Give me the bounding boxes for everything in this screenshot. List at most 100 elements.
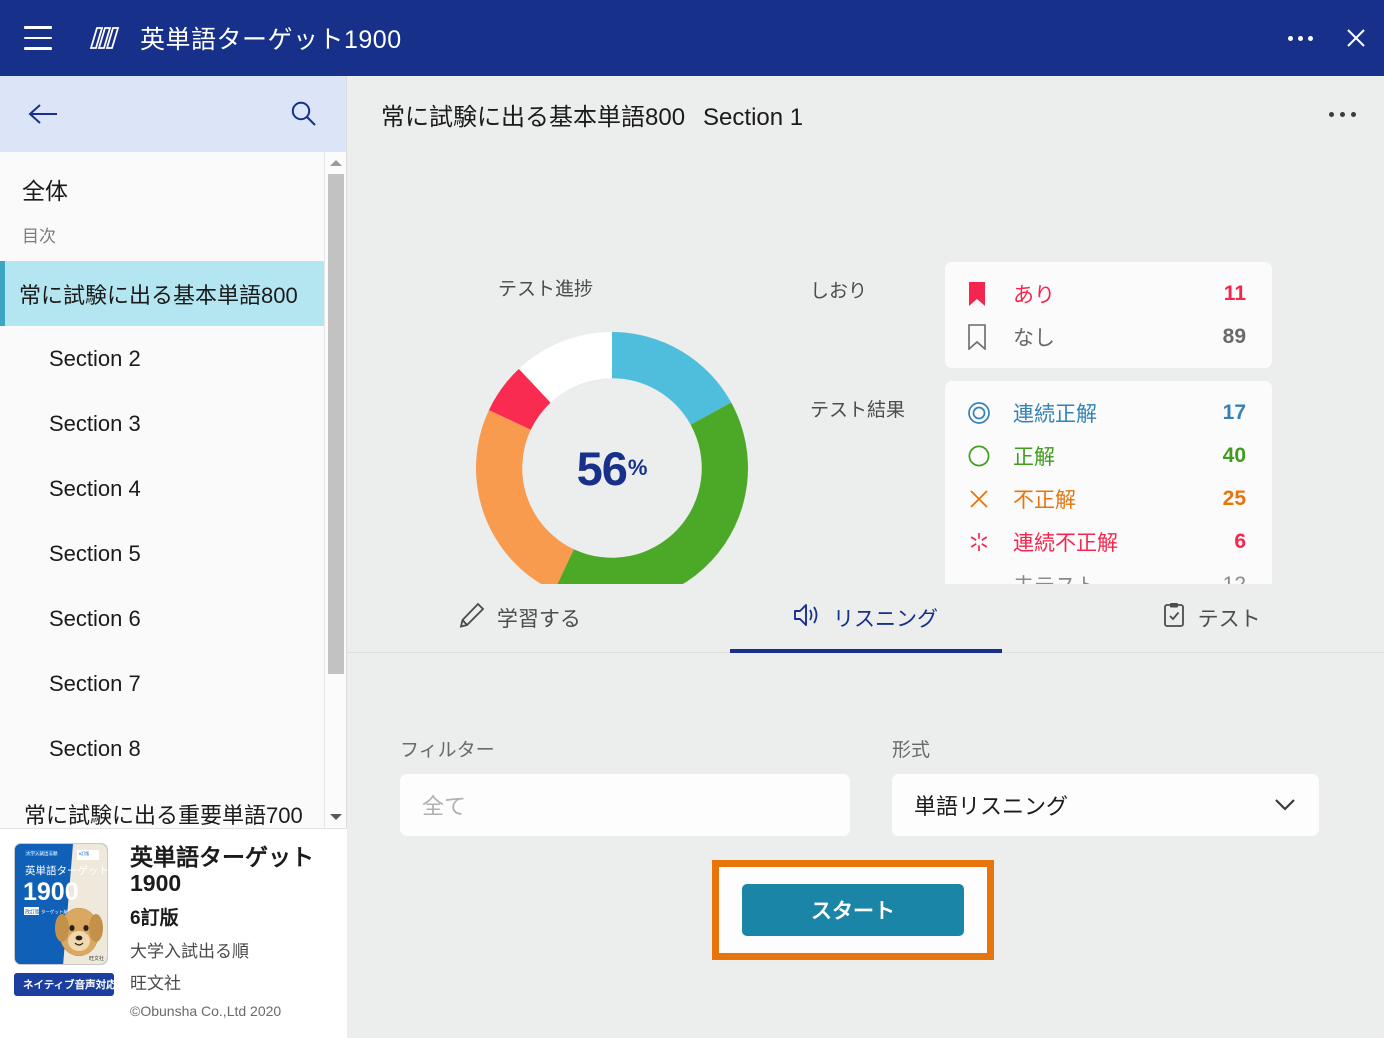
content-header: 常に試験に出る基本単語800 Section 1	[347, 76, 1384, 152]
stats-region: テスト進捗 しおり テスト結果 56 % あり 11 なし 89 連続正解 17…	[347, 152, 1384, 616]
tab-test[interactable]: テスト	[1038, 584, 1384, 652]
book-publisher: 旺文社	[130, 973, 181, 993]
test-result-row-1-value: 40	[1222, 443, 1246, 467]
reference-mark-icon	[967, 530, 1013, 554]
app-title: 英単語ターゲット1900	[140, 26, 402, 54]
test-result-row-0-label: 連続正解	[1013, 402, 1097, 426]
svg-text:1900: 1900	[23, 878, 79, 906]
filter-input[interactable]: 全て	[400, 774, 850, 836]
test-result-row-2-value: 25	[1222, 486, 1246, 510]
app-window: 英単語ターゲット1900 全体 目次 常に試験に出る基本単語800 Sectio…	[0, 0, 1384, 1038]
sidebar-header	[0, 76, 346, 152]
window-close-button[interactable]	[1328, 0, 1384, 76]
back-button[interactable]	[22, 93, 64, 135]
search-button[interactable]	[282, 93, 324, 135]
test-result-row-3-value: 6	[1234, 529, 1246, 553]
sidebar-item-7[interactable]: Section 8	[0, 716, 346, 781]
double-circle-icon	[967, 401, 1013, 425]
sidebar-item-8[interactable]: 常に試験に出る重要単語700	[0, 781, 346, 828]
main-content: 常に試験に出る基本単語800 Section 1 テスト進捗 しおり テスト結果 …	[347, 76, 1384, 1038]
format-selected-value: 単語リスニング	[914, 794, 1069, 819]
book-text-column: 英単語ターゲット 1900 6訂版 大学入試出る順 旺文社 ©Obunsha C…	[118, 843, 330, 1038]
test-result-row-3-label: 連続不正解	[1013, 531, 1118, 555]
test-result-row-1[interactable]: 正解 40	[967, 434, 1246, 477]
test-result-label: テスト結果	[810, 400, 906, 421]
filter-label: フィルター	[400, 740, 495, 761]
filter-group: フィルター 全て	[400, 735, 850, 836]
sidebar-scrollbar[interactable]	[324, 152, 346, 828]
svg-text:大学入試出る順: 大学入試出る順	[26, 850, 58, 857]
book-title: 英単語ターゲット 1900	[130, 844, 314, 896]
progress-value: 56	[576, 441, 628, 495]
start-button-wrapper: スタート	[712, 860, 994, 960]
hamburger-menu-button[interactable]	[0, 0, 76, 76]
mode-tabs: 学習する リスニング テスト	[347, 584, 1384, 653]
sidebar-item-5[interactable]: Section 6	[0, 586, 346, 651]
test-result-row-0[interactable]: 連続正解 17	[967, 391, 1246, 434]
scrollbar-thumb[interactable]	[328, 174, 344, 674]
book-cover-image: 大学入試出る順 6訂版 英単語ターゲット 1900 改訂版 ターゲット編集部 編	[14, 843, 108, 965]
sidebar: 全体 目次 常に試験に出る基本単語800 Section 2 Section 3…	[0, 76, 347, 1038]
tab-study[interactable]: 学習する	[347, 584, 693, 652]
tab-listening-label: リスニング	[833, 608, 938, 631]
native-audio-badge: ネイティブ音声対応	[14, 973, 117, 996]
bookmark-card: あり 11 なし 89	[945, 262, 1272, 368]
bookmark-row-1[interactable]: なし 89	[967, 315, 1246, 358]
cross-icon	[967, 487, 1013, 511]
test-result-row-0-value: 17	[1222, 400, 1246, 424]
bookmark-row-0[interactable]: あり 11	[967, 272, 1246, 315]
tab-study-label: 学習する	[496, 608, 581, 631]
back-arrow-icon	[28, 104, 57, 124]
test-result-row-2[interactable]: 不正解 25	[967, 477, 1246, 520]
sidebar-item-3[interactable]: Section 4	[0, 456, 346, 521]
start-button-highlight-box: スタート	[712, 860, 994, 960]
filter-placeholder: 全て	[422, 794, 467, 819]
page-title: 常に試験に出る基本単語800 Section 1	[381, 97, 803, 132]
bookmark-row-1-value: 89	[1222, 324, 1246, 348]
title-bar: 英単語ターゲット1900	[0, 0, 1384, 76]
hamburger-icon	[24, 26, 52, 50]
scroll-up-button[interactable]	[325, 152, 346, 174]
progress-donut-chart: 56 %	[476, 332, 748, 604]
bookmark-row-1-label: なし	[1013, 326, 1055, 350]
sidebar-item-6[interactable]: Section 7	[0, 651, 346, 716]
more-horizontal-icon	[1329, 111, 1356, 117]
clipboard-check-icon	[1162, 602, 1186, 634]
native-audio-badge-label: ネイティブ音声対応	[23, 979, 117, 991]
book-logo-icon	[76, 23, 132, 53]
sidebar-list: 全体 目次 常に試験に出る基本単語800 Section 2 Section 3…	[0, 152, 346, 828]
test-result-row-3[interactable]: 連続不正解 6	[967, 520, 1246, 563]
titlebar-more-button[interactable]	[1272, 0, 1328, 76]
content-more-button[interactable]	[1329, 111, 1356, 117]
book-copyright: ©Obunsha Co.,Ltd 2020	[130, 1002, 282, 1019]
sidebar-toc-label: 目次	[22, 227, 56, 246]
scroll-down-button[interactable]	[325, 806, 346, 828]
speaker-icon	[793, 602, 821, 634]
svg-text:改訂版: 改訂版	[25, 909, 40, 916]
more-horizontal-icon	[1287, 35, 1313, 41]
book-info-panel: 大学入試出る順 6訂版 英単語ターゲット 1900 改訂版 ターゲット編集部 編	[0, 828, 347, 1038]
book-edition: 6訂版	[130, 907, 179, 929]
sidebar-item-1[interactable]: Section 2	[0, 326, 346, 391]
book-thumbnail-column: 大学入試出る順 6訂版 英単語ターゲット 1900 改訂版 ターゲット編集部 編	[14, 843, 118, 1038]
start-button[interactable]: スタート	[742, 884, 964, 936]
chevron-down-icon	[330, 814, 342, 820]
format-group: 形式 単語リスニング	[892, 735, 1319, 836]
bookmark-filled-icon	[967, 281, 1013, 307]
sidebar-item-all[interactable]: 全体	[0, 152, 346, 220]
chevron-up-icon	[330, 160, 342, 166]
test-result-card: 連続正解 17 正解 40 不正解 25 連続不正解 6	[945, 381, 1272, 616]
sidebar-item-4[interactable]: Section 5	[0, 521, 346, 586]
tab-listening[interactable]: リスニング	[693, 584, 1039, 652]
test-result-row-1-label: 正解	[1013, 445, 1055, 469]
bookmark-row-0-value: 11	[1223, 281, 1246, 305]
close-icon	[1347, 29, 1365, 47]
format-select[interactable]: 単語リスニング	[892, 774, 1319, 836]
sidebar-list-container: 全体 目次 常に試験に出る基本単語800 Section 2 Section 3…	[0, 152, 346, 828]
bookmark-label: しおり	[810, 281, 868, 302]
sidebar-item-2[interactable]: Section 3	[0, 391, 346, 456]
tab-test-label: テスト	[1197, 608, 1261, 631]
page-section-text: Section 1	[703, 103, 804, 131]
sidebar-item-0[interactable]: 常に試験に出る基本単語800	[0, 261, 346, 326]
form-area: フィルター 全て 形式 単語リスニング スタート	[347, 653, 1384, 1038]
